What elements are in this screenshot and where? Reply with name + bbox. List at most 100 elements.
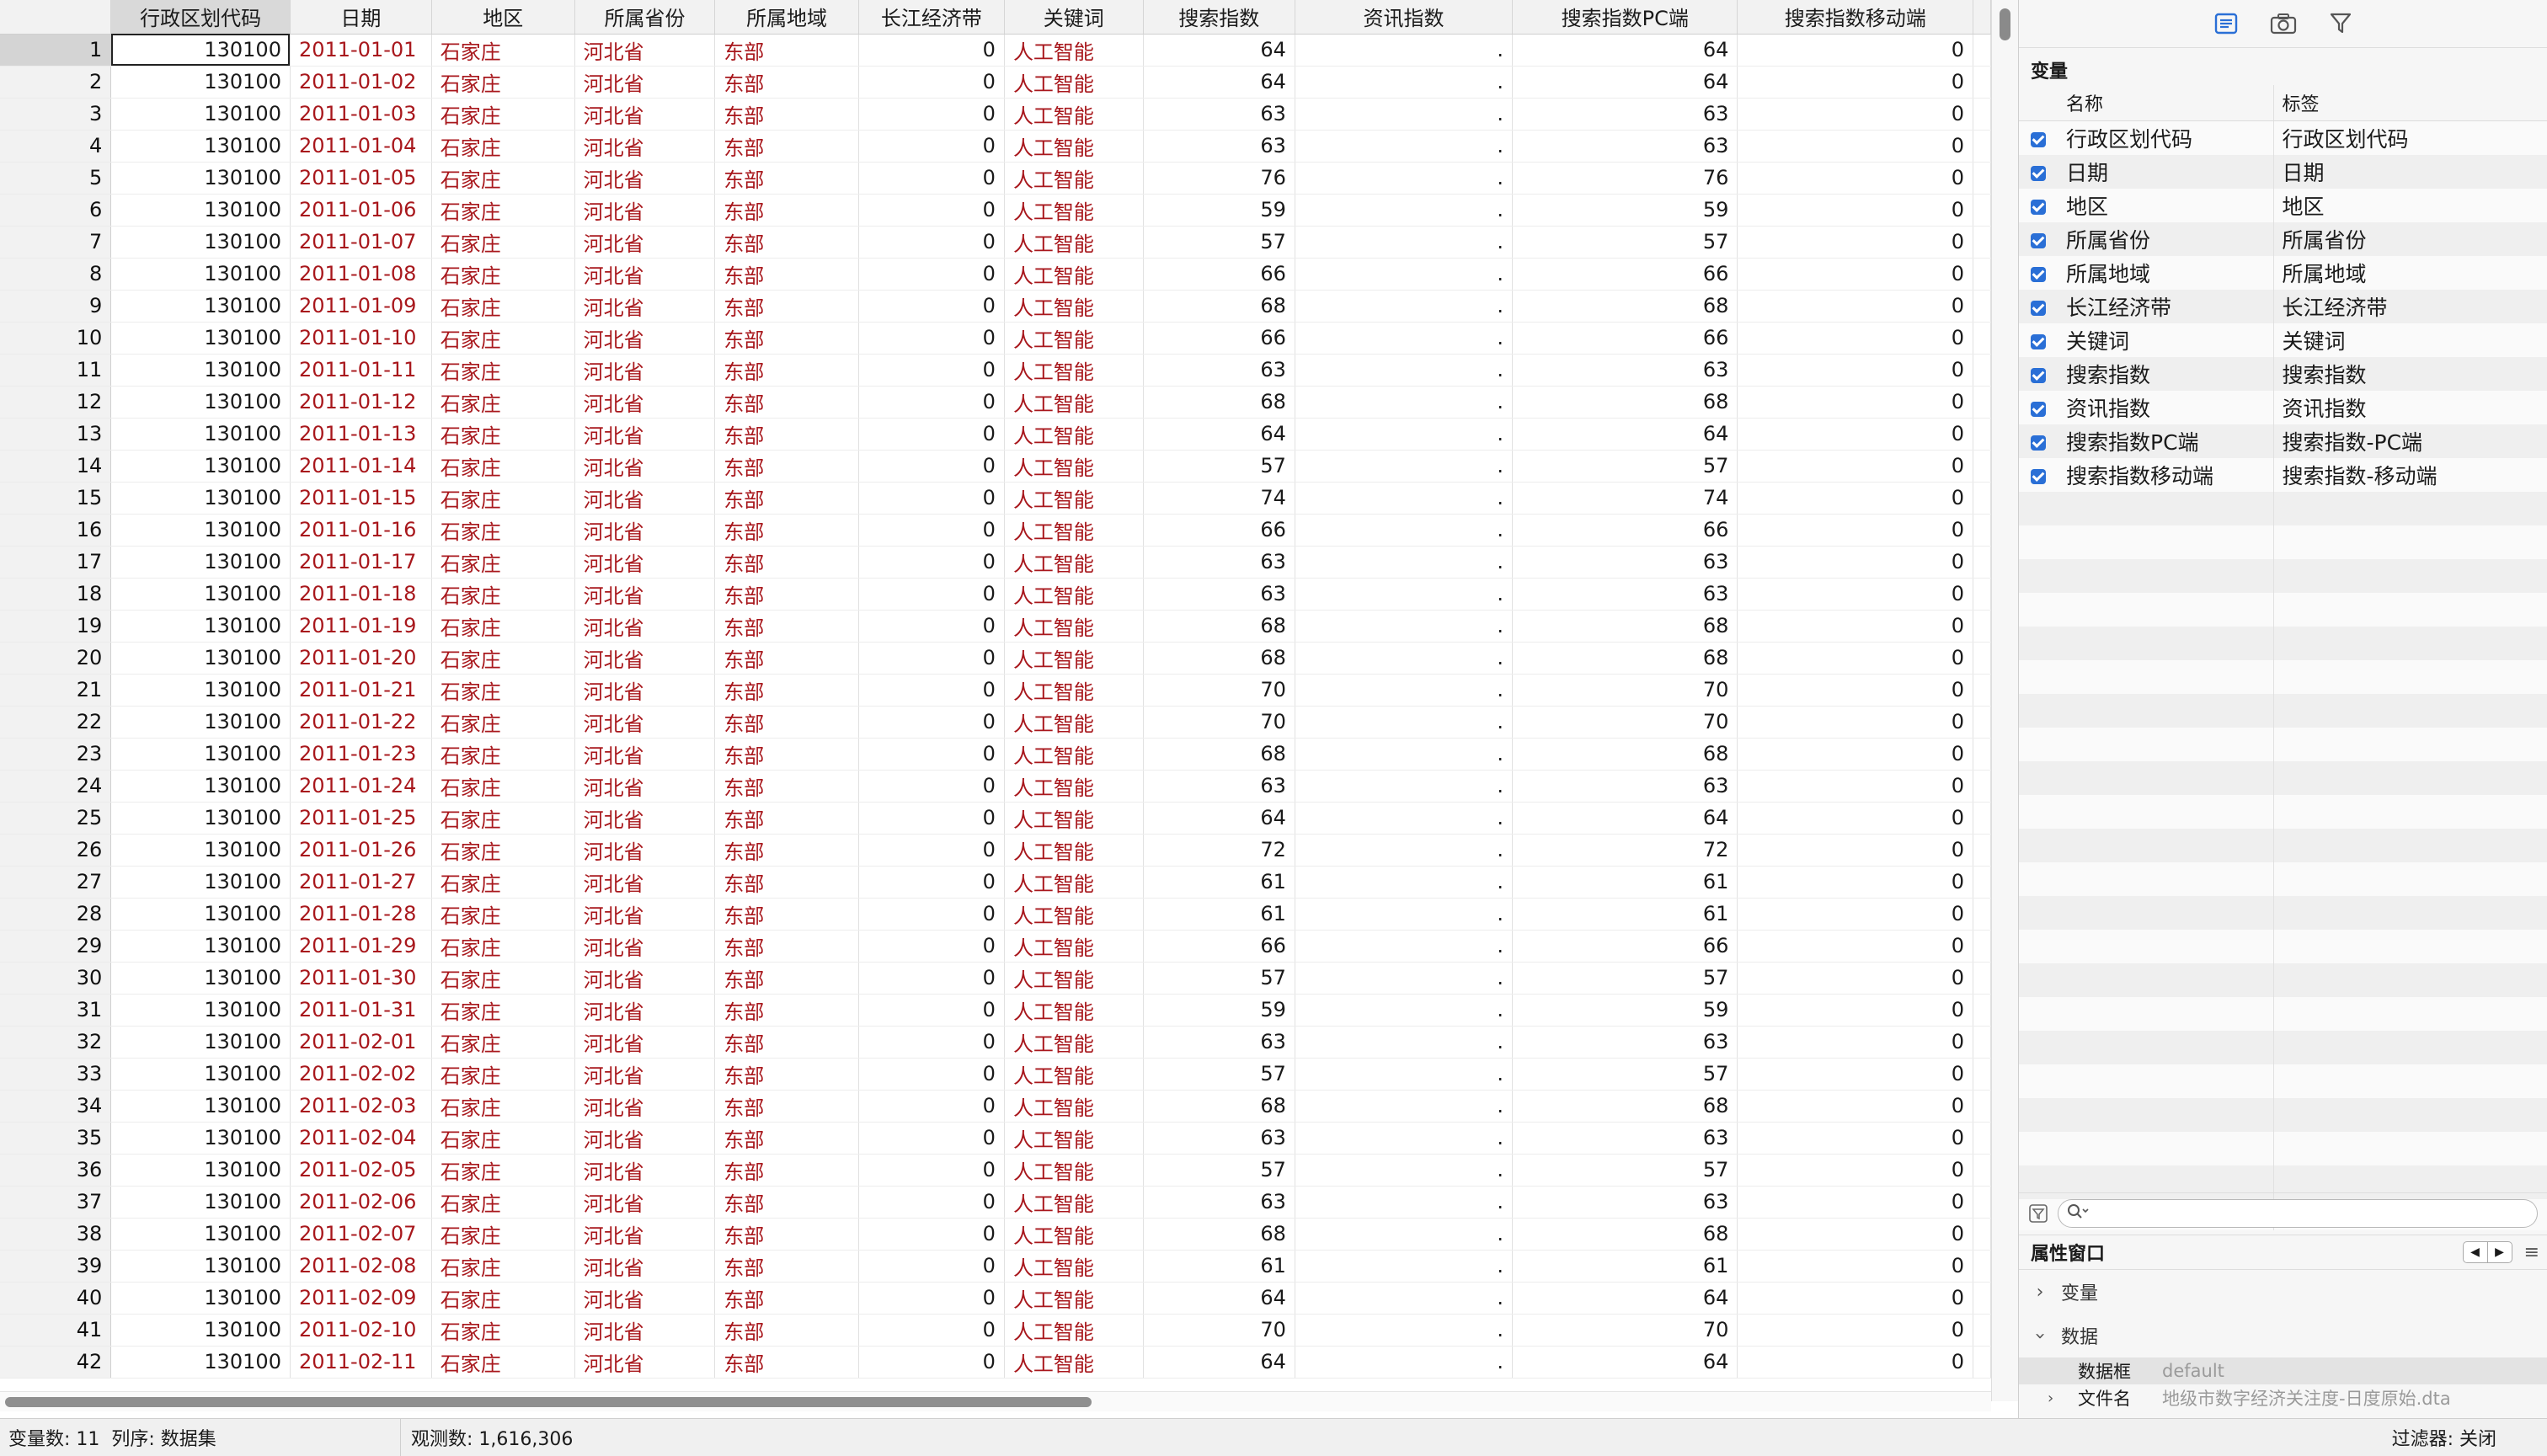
table-cell[interactable]: 东部 [714,386,859,419]
variable-name[interactable]: 日期 [2058,155,2273,189]
table-cell[interactable]: 东部 [714,1122,859,1155]
table-cell[interactable]: 东部 [714,706,859,739]
table-cell[interactable]: 0 [1737,1250,1973,1283]
table-cell[interactable]: 66 [1512,322,1738,355]
table-cell[interactable]: 河北省 [574,1026,716,1059]
row-number[interactable]: 7 [0,226,112,259]
variable-label[interactable]: 资讯指数 [2272,391,2547,424]
table-cell[interactable]: 0 [1737,418,1973,451]
table-cell[interactable]: 河北省 [574,1282,716,1315]
table-cell[interactable]: 0 [858,706,1005,739]
table-cell[interactable]: 70 [1512,674,1738,707]
filter-funnel-icon[interactable] [2325,8,2357,39]
checkbox-checked-icon[interactable] [2031,131,2046,147]
table-row[interactable]: 18 130100 2011-01-18 石家庄 河北省 东部 0 人工智能 63. 63 0 [0,578,1991,611]
table-cell[interactable]: 0 [858,1186,1005,1219]
table-row[interactable]: 35 130100 2011-02-04 石家庄 河北省 东部 0 人工智能 63. 63 0 [0,1122,1991,1155]
table-cell[interactable]: 河北省 [574,34,716,67]
row-number[interactable]: 40 [0,1282,112,1315]
table-cell[interactable]: 0 [858,258,1005,291]
table-cell[interactable]: . [1295,66,1514,99]
table-cell[interactable]: 河北省 [574,1122,716,1155]
row-number[interactable]: 23 [0,738,112,771]
table-cell[interactable]: 0 [858,1282,1005,1315]
table-cell[interactable]: 人工智能 [1004,514,1144,547]
table-cell[interactable]: 0 [858,834,1005,867]
table-cell[interactable]: 57 [1143,226,1295,259]
prop-row-frame[interactable]: 数据框 default [2019,1357,2547,1384]
table-cell[interactable]: 0 [1737,1122,1973,1155]
table-cell[interactable]: . [1295,258,1514,291]
table-row[interactable]: 3 130100 2011-01-03 石家庄 河北省 东部 0 人工智能 63. 63 0 [0,98,1991,131]
table-cell[interactable]: 东部 [714,770,859,803]
table-cell[interactable]: 东部 [714,834,859,867]
table-cell[interactable]: . [1295,642,1514,675]
table-cell[interactable]: . [1295,386,1514,419]
table-cell[interactable]: 石家庄 [431,482,575,515]
table-cell[interactable]: 人工智能 [1004,738,1144,771]
table-cell[interactable]: 东部 [714,898,859,931]
table-cell[interactable]: 63 [1143,98,1295,131]
table-cell[interactable]: 河北省 [574,738,716,771]
table-cell[interactable]: 2011-02-11 [290,1346,432,1379]
table-cell[interactable]: 130100 [110,1058,291,1091]
table-cell[interactable]: 61 [1143,866,1295,899]
table-cell[interactable]: 人工智能 [1004,418,1144,451]
row-number[interactable]: 10 [0,322,112,355]
table-cell[interactable]: 0 [858,1026,1005,1059]
row-number[interactable]: 3 [0,98,112,131]
table-row[interactable]: 29 130100 2011-01-29 石家庄 河北省 东部 0 人工智能 66. 66 0 [0,930,1991,963]
table-cell[interactable]: 0 [858,290,1005,323]
table-cell[interactable]: 130100 [110,962,291,995]
table-cell[interactable]: 东部 [714,418,859,451]
table-cell[interactable]: 63 [1512,130,1738,163]
table-cell[interactable]: 河北省 [574,226,716,259]
table-row[interactable]: 26 130100 2011-01-26 石家庄 河北省 东部 0 人工智能 72. 72 0 [0,834,1991,867]
table-cell[interactable]: 72 [1512,834,1738,867]
table-row[interactable]: 33 130100 2011-02-02 石家庄 河北省 东部 0 人工智能 57. 57 0 [0,1058,1991,1091]
table-cell[interactable]: 河北省 [574,802,716,835]
variable-label[interactable]: 长江经济带 [2272,290,2547,323]
table-cell[interactable]: 74 [1143,482,1295,515]
table-row[interactable]: 14 130100 2011-01-14 石家庄 河北省 东部 0 人工智能 57. 57 0 [0,450,1991,483]
table-cell[interactable]: 石家庄 [431,322,575,355]
table-cell[interactable]: 0 [858,1154,1005,1187]
table-cell[interactable]: 0 [858,674,1005,707]
row-number[interactable]: 9 [0,290,112,323]
table-cell[interactable]: 石家庄 [431,290,575,323]
table-cell[interactable]: 人工智能 [1004,450,1144,483]
table-cell[interactable]: 70 [1143,674,1295,707]
column-header[interactable]: 搜索指数移动端 [1737,0,1973,35]
table-cell[interactable]: 130100 [110,1090,291,1123]
table-cell[interactable]: 2011-01-18 [290,578,432,611]
table-cell[interactable]: 2011-01-10 [290,322,432,355]
table-cell[interactable]: 2011-01-19 [290,610,432,643]
table-cell[interactable]: 0 [858,802,1005,835]
row-number[interactable]: 35 [0,1122,112,1155]
table-cell[interactable]: . [1295,802,1514,835]
table-cell[interactable]: 石家庄 [431,1186,575,1219]
row-number[interactable]: 39 [0,1250,112,1283]
table-row[interactable]: 31 130100 2011-01-31 石家庄 河北省 东部 0 人工智能 59. 59 0 [0,994,1991,1027]
table-cell[interactable]: 石家庄 [431,642,575,675]
table-cell[interactable]: 57 [1512,962,1738,995]
table-cell[interactable]: 2011-01-08 [290,258,432,291]
table-cell[interactable]: 0 [858,226,1005,259]
table-cell[interactable]: 68 [1143,1218,1295,1251]
table-cell[interactable]: 2011-02-09 [290,1282,432,1315]
table-cell[interactable]: 2011-01-22 [290,706,432,739]
table-cell[interactable]: 2011-01-15 [290,482,432,515]
table-cell[interactable]: 2011-01-23 [290,738,432,771]
table-cell[interactable]: 130100 [110,1218,291,1251]
table-cell[interactable]: 石家庄 [431,834,575,867]
table-cell[interactable]: 0 [1737,226,1973,259]
table-cell[interactable]: 0 [858,578,1005,611]
table-row[interactable]: 37 130100 2011-02-06 石家庄 河北省 东部 0 人工智能 63. 63 0 [0,1186,1991,1219]
table-row[interactable]: 34 130100 2011-02-03 石家庄 河北省 东部 0 人工智能 68. 68 0 [0,1090,1991,1123]
table-cell[interactable]: 130100 [110,514,291,547]
table-cell[interactable]: 人工智能 [1004,1346,1144,1379]
table-row[interactable]: 28 130100 2011-01-28 石家庄 河北省 东部 0 人工智能 61. 61 0 [0,898,1991,931]
table-cell[interactable]: 石家庄 [431,194,575,227]
table-cell[interactable]: 人工智能 [1004,642,1144,675]
column-header[interactable]: 所属地域 [714,0,859,35]
